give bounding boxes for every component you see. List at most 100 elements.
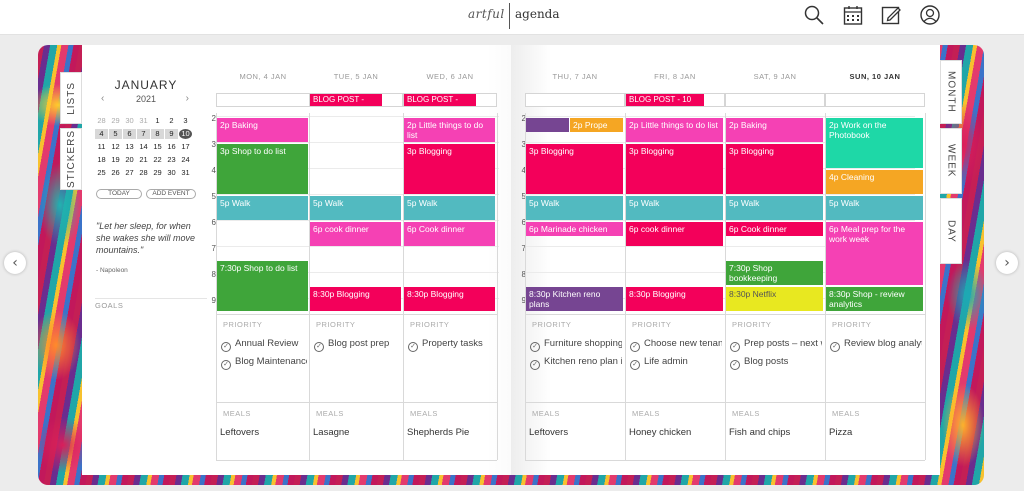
event-block[interactable]: 5p Walk	[404, 196, 495, 220]
mini-day[interactable]: 31	[179, 168, 192, 178]
allday-event[interactable]: BLOG POST - 10 Usef...	[626, 94, 704, 106]
event-block[interactable]: 2p Little things to do list	[404, 118, 495, 142]
meal-text[interactable]: Lasagne	[313, 427, 349, 438]
check-circle-icon[interactable]: ✓	[530, 360, 540, 370]
event-block[interactable]: 3p Blogging	[404, 144, 495, 194]
next-week-arrow-icon[interactable]: ›	[996, 252, 1018, 274]
event-block[interactable]: 8:30p Netflix	[726, 287, 823, 311]
meal-text[interactable]: Shepherds Pie	[407, 427, 469, 438]
mini-day[interactable]: 1	[151, 116, 164, 126]
mini-day[interactable]: 9	[165, 129, 178, 139]
prev-week-arrow-icon[interactable]: ‹	[4, 252, 26, 274]
check-circle-icon[interactable]: ✓	[730, 360, 740, 370]
priority-task[interactable]: ✓ Prep posts – next week	[730, 338, 822, 352]
mini-day[interactable]: 12	[109, 142, 122, 152]
check-circle-icon[interactable]: ✓	[530, 342, 540, 352]
mini-day[interactable]: 2	[165, 116, 178, 126]
check-circle-icon[interactable]: ✓	[221, 342, 231, 352]
mini-day[interactable]: 27	[123, 168, 136, 178]
check-circle-icon[interactable]: ✓	[630, 360, 640, 370]
event-block[interactable]: 6p Marinade chicken	[526, 222, 623, 236]
meal-text[interactable]: Honey chicken	[629, 427, 691, 438]
mini-day[interactable]: 8	[151, 129, 164, 139]
mini-day[interactable]: 28	[95, 116, 108, 126]
user-icon[interactable]	[919, 4, 941, 26]
event-block[interactable]: 5p Walk	[726, 196, 823, 220]
edit-icon[interactable]	[880, 4, 902, 26]
event-block[interactable]: 6p cook dinner	[310, 222, 401, 246]
mini-next-icon[interactable]: ›	[186, 93, 189, 104]
day-header[interactable]: WED, 6 JAN	[403, 72, 497, 81]
event-block[interactable]: 8:30p Blogging	[404, 287, 495, 311]
event-block[interactable]: 5p Walk	[310, 196, 401, 220]
event-block[interactable]: 3p Shop to do list	[217, 144, 308, 194]
check-circle-icon[interactable]: ✓	[221, 360, 231, 370]
event-block[interactable]: 5p Walk	[826, 196, 923, 220]
mini-prev-icon[interactable]: ‹	[101, 93, 104, 104]
priority-task[interactable]: ✓ Blog posts	[730, 356, 822, 370]
mini-day[interactable]: 14	[137, 142, 150, 152]
mini-day[interactable]: 17	[179, 142, 192, 152]
mini-day[interactable]: 26	[109, 168, 122, 178]
event-block[interactable]: 3p Blogging	[526, 144, 623, 194]
allday-row[interactable]	[725, 93, 825, 107]
check-circle-icon[interactable]: ✓	[314, 342, 324, 352]
priority-task[interactable]: ✓ Blog post prep	[314, 338, 400, 352]
event-block[interactable]: 2p Prope	[570, 118, 623, 132]
event-block[interactable]: 2p Work on the Photobook	[826, 118, 923, 168]
tab-lists[interactable]: LISTS	[60, 72, 82, 124]
check-circle-icon[interactable]: ✓	[408, 342, 418, 352]
allday-row[interactable]	[525, 93, 625, 107]
priority-task[interactable]: ✓ Furniture shopping	[530, 338, 622, 352]
day-header[interactable]: SUN, 10 JAN	[825, 72, 925, 81]
day-header[interactable]: THU, 7 JAN	[525, 72, 625, 81]
tab-stickers[interactable]: STICKERS	[60, 128, 82, 190]
event-block[interactable]: 8:30p Kitchen reno plans	[526, 287, 623, 311]
event-block[interactable]: 3p Blogging	[626, 144, 723, 194]
mini-day[interactable]: 20	[123, 155, 136, 165]
priority-task[interactable]: ✓ Life admin	[630, 356, 722, 370]
event-block[interactable]: 6p Cook dinner	[404, 222, 495, 246]
event-block[interactable]: 5p Walk	[217, 196, 308, 220]
event-block[interactable]: 7:30p Shop to do list	[217, 261, 308, 311]
goals-label[interactable]: GOALS	[95, 298, 207, 310]
event-block[interactable]: 2p Little things to do list	[626, 118, 723, 142]
event-block[interactable]: 6p Cook dinner	[726, 222, 823, 236]
day-header[interactable]: FRI, 8 JAN	[625, 72, 725, 81]
priority-task[interactable]: ✓ Property tasks	[408, 338, 494, 352]
mini-day[interactable]: 25	[95, 168, 108, 178]
mini-day[interactable]: 31	[137, 116, 150, 126]
priority-task[interactable]: ✓ Review blog analytics	[830, 338, 922, 352]
event-block[interactable]: 8:30p Blogging	[310, 287, 401, 311]
mini-day[interactable]: 3	[179, 116, 192, 126]
priority-task[interactable]: ✓ Choose new tenant	[630, 338, 722, 352]
mini-day[interactable]: 5	[109, 129, 122, 139]
event-block[interactable]	[526, 118, 569, 132]
mini-day[interactable]: 24	[179, 155, 192, 165]
event-block[interactable]: 8:30p Shop - review analytics	[826, 287, 923, 311]
allday-event[interactable]: BLOG POST - Plann...	[310, 94, 382, 106]
priority-task[interactable]: ✓ Blog Maintenance	[221, 356, 307, 370]
event-block[interactable]: 6p Meal prep for the work week	[826, 222, 923, 285]
day-header[interactable]: MON, 4 JAN	[216, 72, 310, 81]
mini-day[interactable]: 15	[151, 142, 164, 152]
meal-text[interactable]: Fish and chips	[729, 427, 790, 438]
mini-day[interactable]: 7	[137, 129, 150, 139]
event-block[interactable]: 8:30p Blogging	[626, 287, 723, 311]
check-circle-icon[interactable]: ✓	[730, 342, 740, 352]
mini-day[interactable]: 13	[123, 142, 136, 152]
mini-day[interactable]: 21	[137, 155, 150, 165]
mini-day[interactable]: 11	[95, 142, 108, 152]
tab-month[interactable]: MONTH	[940, 60, 962, 124]
mini-day[interactable]: 29	[151, 168, 164, 178]
day-header[interactable]: TUE, 5 JAN	[309, 72, 403, 81]
tab-day[interactable]: DAY	[940, 198, 962, 264]
event-block[interactable]: 6p cook dinner	[626, 222, 723, 246]
event-block[interactable]: 7:30p Shop bookkeeping	[726, 261, 823, 285]
mini-day[interactable]: 28	[137, 168, 150, 178]
event-block[interactable]: 2p Baking	[726, 118, 823, 142]
mini-day[interactable]: 23	[165, 155, 178, 165]
tab-week[interactable]: WEEK	[940, 128, 962, 194]
mini-day[interactable]: 29	[109, 116, 122, 126]
today-button[interactable]: TODAY	[96, 189, 142, 199]
